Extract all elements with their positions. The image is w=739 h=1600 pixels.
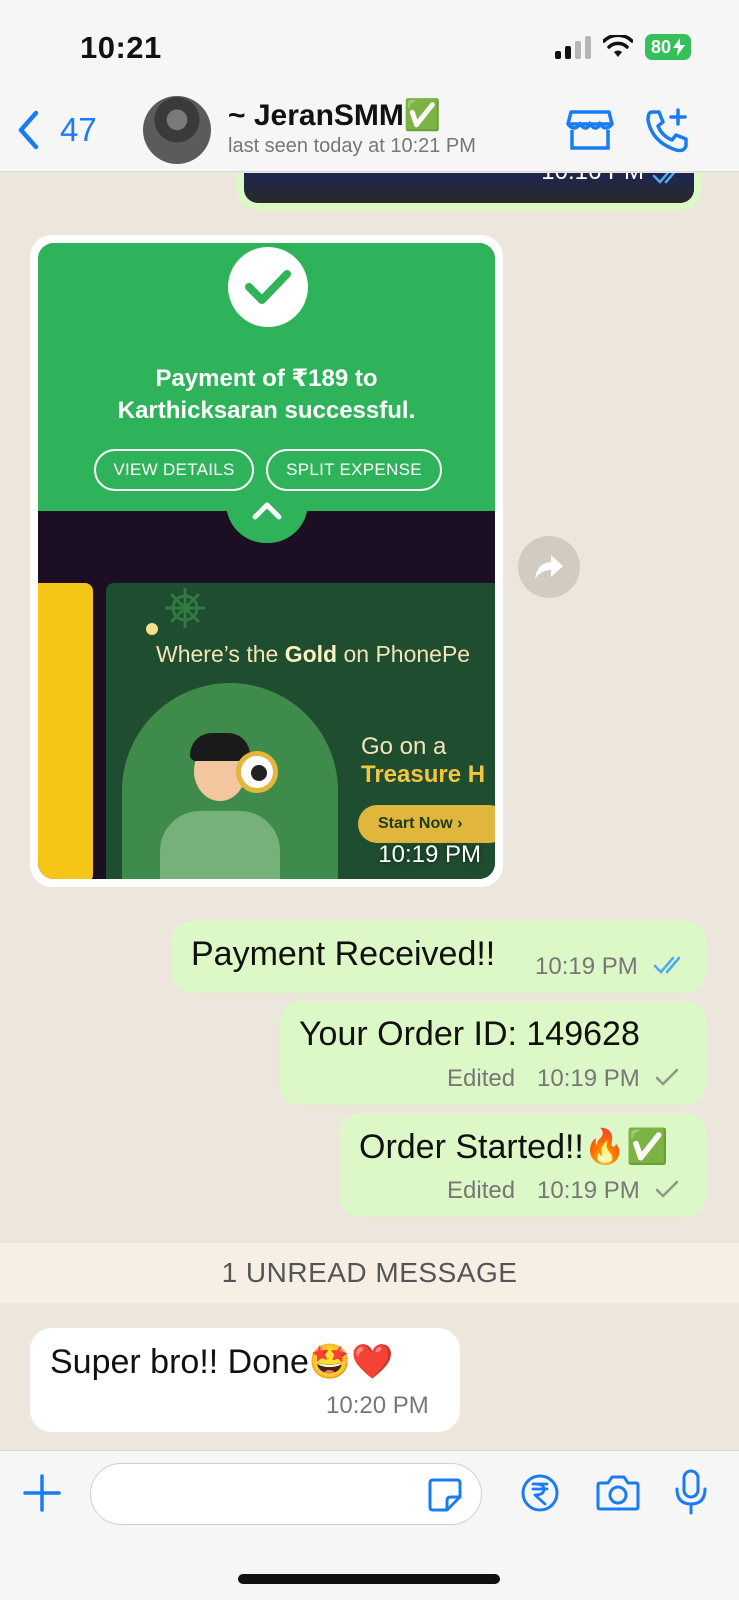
call-button[interactable] bbox=[644, 108, 690, 159]
promo-title-bold: Gold bbox=[284, 641, 338, 667]
promo-person-body bbox=[160, 811, 280, 879]
message-text: Payment Received!! bbox=[191, 935, 496, 973]
payment-line-2: Karthicksaran successful. bbox=[117, 397, 416, 424]
message-time: 10:20 PM bbox=[326, 1392, 429, 1419]
double-check-read-icon bbox=[652, 173, 676, 184]
plus-icon bbox=[23, 1474, 61, 1512]
promo-card-left bbox=[38, 583, 93, 879]
promo-treasure-line: Treasure H bbox=[361, 761, 486, 788]
chat-header: 47 ~ JeranSMM✅ last seen today at 10:21 … bbox=[0, 92, 739, 172]
message-time: 10:19 PM bbox=[378, 841, 481, 868]
status-indicators: 80 bbox=[554, 34, 691, 60]
split-expense-button: SPLIT EXPENSE bbox=[266, 449, 442, 491]
phone-plus-icon bbox=[646, 108, 688, 153]
gold-promo-banner: Where’s the Gold on PhonePe Go on a Trea… bbox=[106, 583, 495, 879]
payment-message: Payment of ₹189 to Karthicksaran success… bbox=[38, 363, 495, 427]
start-now-button: Start Now › bbox=[358, 805, 495, 843]
unread-divider: 1 UNREAD MESSAGE bbox=[0, 1243, 739, 1303]
contact-name[interactable]: ~ JeranSMM✅ bbox=[228, 98, 441, 133]
camera-icon bbox=[596, 1475, 640, 1511]
payment-success-panel: Payment of ₹189 to Karthicksaran success… bbox=[38, 243, 495, 511]
message-text: Super bro!! Done🤩❤️ bbox=[50, 1343, 394, 1381]
chevron-left-icon bbox=[18, 110, 39, 150]
last-seen-status: last seen today at 10:21 PM bbox=[228, 135, 476, 157]
promo-go-line: Go on a bbox=[361, 733, 447, 760]
single-check-sent-icon bbox=[655, 1068, 679, 1086]
status-bar: 10:21 80 bbox=[0, 0, 739, 92]
message-time: 10:16 PM bbox=[541, 173, 644, 186]
edited-label: Edited bbox=[447, 1177, 516, 1204]
home-indicator[interactable] bbox=[238, 1574, 500, 1584]
wifi-icon bbox=[602, 35, 633, 57]
payment-button[interactable] bbox=[520, 1473, 560, 1518]
magnifier-icon bbox=[236, 751, 278, 793]
check-circle-icon bbox=[228, 247, 308, 327]
message-input[interactable] bbox=[90, 1463, 482, 1525]
chevron-up-icon bbox=[252, 502, 282, 520]
message-order-id[interactable]: Your Order ID: 149628 Edited 10:19 PM bbox=[279, 1001, 707, 1105]
edited-label: Edited bbox=[447, 1065, 516, 1092]
image-message-previous[interactable]: 10:16 PM bbox=[236, 173, 702, 211]
voice-message-button[interactable] bbox=[674, 1469, 708, 1520]
store-icon bbox=[566, 110, 614, 150]
microphone-icon bbox=[675, 1469, 707, 1515]
signal-icon bbox=[554, 35, 591, 59]
message-order-started[interactable]: Order Started!!🔥✅ Edited 10:19 PM bbox=[339, 1113, 707, 1217]
promo-treasure-text: Go on a Treasure H bbox=[361, 733, 485, 789]
image-message-payment[interactable]: Payment of ₹189 to Karthicksaran success… bbox=[30, 235, 503, 887]
promo-title: Where’s the Gold on PhonePe bbox=[156, 641, 470, 668]
rupee-icon bbox=[521, 1474, 559, 1512]
camera-button[interactable] bbox=[596, 1473, 640, 1518]
promo-title-prefix: Where’s the bbox=[156, 641, 285, 667]
back-button[interactable]: 47 bbox=[16, 110, 97, 150]
single-check-sent-icon bbox=[655, 1180, 679, 1198]
double-check-read-icon bbox=[653, 956, 681, 974]
sparkle-dot bbox=[146, 623, 158, 635]
battery-indicator: 80 bbox=[644, 34, 691, 60]
message-time: 10:19 PM bbox=[537, 1177, 640, 1204]
avatar[interactable] bbox=[143, 96, 211, 164]
view-details-button: VIEW DETAILS bbox=[94, 449, 254, 491]
forward-arrow-icon bbox=[535, 555, 563, 579]
message-time: 10:19 PM bbox=[535, 953, 638, 980]
collapse-tab bbox=[226, 493, 308, 543]
message-text: Order Started!!🔥✅ bbox=[359, 1128, 669, 1166]
attach-button[interactable] bbox=[22, 1473, 62, 1518]
forward-button[interactable] bbox=[518, 536, 580, 598]
ship-wheel-icon bbox=[165, 588, 205, 628]
unread-count: 47 bbox=[60, 111, 97, 148]
store-button[interactable] bbox=[566, 108, 614, 157]
charging-bolt-icon bbox=[673, 38, 685, 56]
promo-title-suffix: on PhonePe bbox=[337, 641, 471, 667]
message-time: 10:19 PM bbox=[537, 1065, 640, 1092]
message-incoming-reply[interactable]: Super bro!! Done🤩❤️ 10:20 PM bbox=[30, 1328, 460, 1432]
payment-screenshot[interactable]: Payment of ₹189 to Karthicksaran success… bbox=[38, 243, 495, 879]
message-payment-received[interactable]: Payment Received!! 10:19 PM bbox=[171, 921, 707, 993]
payment-line-1: Payment of ₹189 to bbox=[155, 365, 378, 392]
sticker-icon[interactable] bbox=[427, 1477, 463, 1513]
message-text: Your Order ID: 149628 bbox=[299, 1015, 640, 1053]
chat-area[interactable]: 10:16 PM Payment of ₹189 to Karthicksara… bbox=[0, 173, 739, 1450]
status-time: 10:21 bbox=[80, 30, 162, 65]
battery-level: 80 bbox=[650, 37, 671, 57]
